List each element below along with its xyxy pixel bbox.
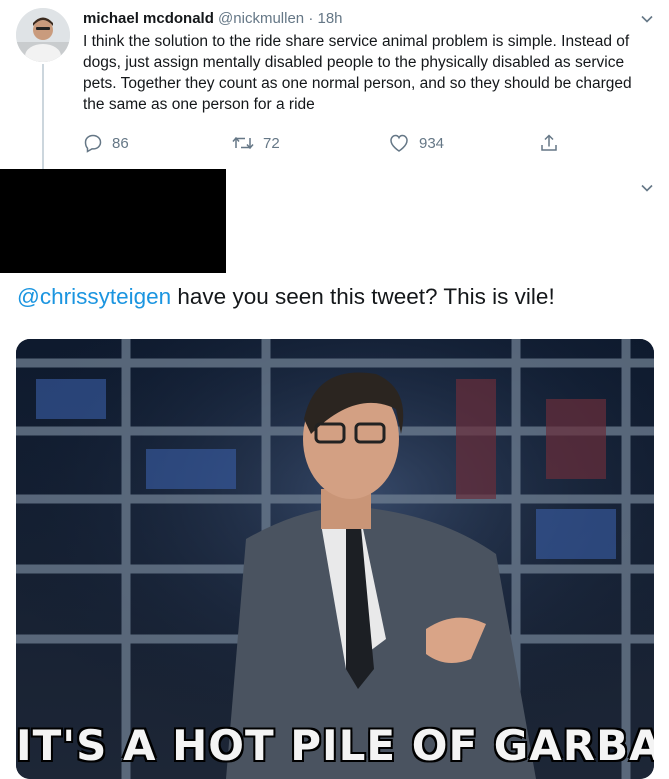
timestamp[interactable]: 18h <box>317 10 342 27</box>
reply-body: have you seen this tweet? This is vile! <box>171 284 555 309</box>
like-count: 934 <box>419 134 445 152</box>
mention-link[interactable]: @chrissyteigen <box>17 284 171 309</box>
tweet-actions: 86 72 934 <box>83 133 563 155</box>
gif-caption: IT'S A HOT PILE OF GARBAGE <box>16 721 654 770</box>
retweet-count: 72 <box>263 134 280 152</box>
comment-icon <box>83 133 112 153</box>
chevron-down-icon[interactable] <box>640 181 654 195</box>
avatar[interactable] <box>16 8 70 62</box>
retweet-icon <box>232 133 263 153</box>
tweet-text: I think the solution to the ride share s… <box>83 33 632 113</box>
reply-button[interactable]: 86 <box>83 133 129 153</box>
redacted-block <box>0 169 226 273</box>
tweet-header: michael mcdonald @nickmullen · 18h <box>83 8 643 30</box>
heart-icon <box>388 133 419 153</box>
like-button[interactable]: 934 <box>388 133 444 153</box>
separator: · <box>308 10 314 27</box>
author-name[interactable]: michael mcdonald <box>83 10 214 27</box>
tweet: michael mcdonald @nickmullen · 18h I thi… <box>83 8 643 115</box>
thread-line <box>42 64 44 170</box>
media-gif[interactable]: IT'S A HOT PILE OF GARBAGE <box>16 339 654 779</box>
author-handle[interactable]: @nickmullen <box>218 10 304 27</box>
retweet-button[interactable]: 72 <box>232 133 280 153</box>
reply-count: 86 <box>112 134 129 152</box>
share-icon <box>539 133 568 153</box>
reply-tweet-text: @chrissyteigen have you seen this tweet?… <box>17 282 657 312</box>
share-button[interactable] <box>539 133 568 153</box>
gif-frame-image <box>16 339 654 779</box>
